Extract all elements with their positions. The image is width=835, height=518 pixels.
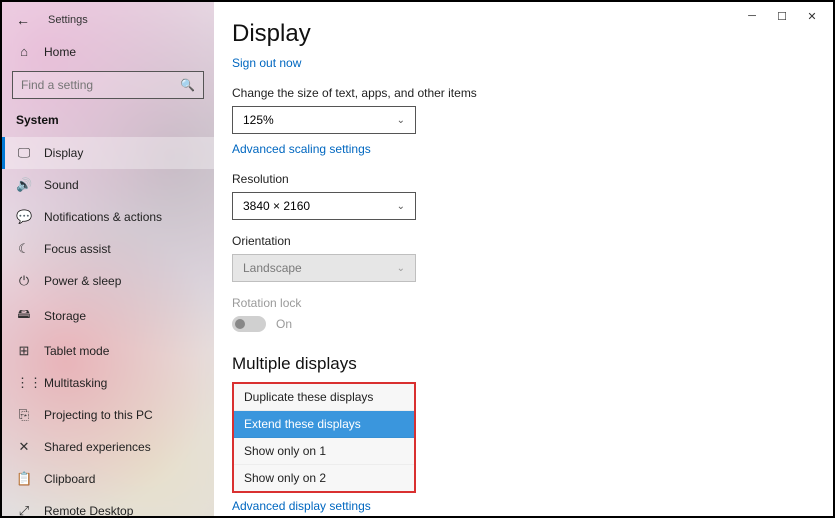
nav-icon: ⤢	[16, 503, 32, 516]
window-title: Settings	[48, 14, 88, 26]
sidebar-item-tablet-mode[interactable]: ⊞ Tablet mode	[2, 335, 214, 367]
multiple-displays-option[interactable]: Extend these displays	[234, 411, 414, 438]
nav-icon: 💬	[16, 209, 32, 225]
sign-out-link[interactable]: Sign out now	[232, 56, 301, 70]
page-title: Display	[232, 20, 813, 48]
resolution-dropdown-value: 3840 × 2160	[243, 199, 310, 213]
multiple-displays-option[interactable]: Show only on 1	[234, 438, 414, 465]
orientation-label: Orientation	[232, 234, 813, 248]
nav-label: Storage	[44, 309, 86, 323]
chevron-down-icon: ⌄	[397, 201, 405, 212]
rotation-lock-toggle	[232, 316, 266, 332]
search-input[interactable]	[21, 78, 180, 92]
nav-label: Remote Desktop	[44, 504, 133, 516]
nav-label: Shared experiences	[44, 440, 151, 454]
nav-icon: 🔊	[16, 177, 32, 193]
chevron-down-icon: ⌄	[397, 115, 405, 126]
window-minimize-button[interactable]: ─	[737, 6, 767, 26]
sidebar-item-storage[interactable]: 🖴 Storage	[2, 297, 214, 335]
scale-dropdown-value: 125%	[243, 113, 274, 127]
sidebar-item-clipboard[interactable]: 📋 Clipboard	[2, 463, 214, 495]
nav-icon: 📋	[16, 471, 32, 487]
multiple-displays-heading: Multiple displays	[232, 354, 813, 374]
nav-label: Clipboard	[44, 472, 95, 486]
nav-label: Notifications & actions	[44, 210, 162, 224]
sidebar-home-label: Home	[44, 45, 76, 59]
nav-icon: 🖴	[16, 305, 32, 327]
sidebar-item-notifications-actions[interactable]: 💬 Notifications & actions	[2, 201, 214, 233]
rotation-lock-state: On	[276, 317, 292, 331]
sidebar-item-display[interactable]: 🖵 Display	[2, 137, 214, 169]
nav-icon: ☾	[16, 241, 32, 257]
window-close-button[interactable]: ✕	[797, 6, 827, 26]
main-content: Display Sign out now Change the size of …	[214, 2, 833, 516]
resolution-dropdown[interactable]: 3840 × 2160 ⌄	[232, 192, 416, 220]
nav-label: Power & sleep	[44, 274, 121, 288]
rotation-lock-label: Rotation lock	[232, 296, 813, 310]
search-icon: 🔍	[180, 78, 195, 92]
nav-label: Display	[44, 146, 83, 160]
window-maximize-button[interactable]: ☐	[767, 6, 797, 26]
advanced-display-link[interactable]: Advanced display settings	[232, 499, 371, 513]
multiple-displays-dropdown-open[interactable]: Duplicate these displaysExtend these dis…	[232, 382, 416, 493]
sidebar-nav-list: 🖵 Display 🔊 Sound 💬 Notifications & actions ☾ F…	[2, 137, 214, 516]
sidebar-category-heading: System	[2, 107, 214, 137]
sidebar-home[interactable]: ⌂ Home	[2, 36, 214, 67]
sidebar-item-multitasking[interactable]: ⋮⋮ Multitasking	[2, 367, 214, 399]
nav-label: Sound	[44, 178, 79, 192]
search-input-container[interactable]: 🔍	[12, 71, 204, 99]
sidebar: ← Settings ⌂ Home 🔍 System 🖵 Display 🔊 Soun…	[2, 2, 214, 516]
nav-icon: ⊞	[16, 343, 32, 359]
nav-icon: ✕	[16, 439, 32, 455]
chevron-down-icon: ⌄	[397, 263, 405, 274]
scale-dropdown[interactable]: 125% ⌄	[232, 106, 416, 134]
back-button[interactable]: ←	[12, 10, 34, 30]
nav-icon: ⏻	[16, 273, 32, 289]
resolution-label: Resolution	[232, 172, 813, 186]
nav-label: Focus assist	[44, 242, 111, 256]
scale-label: Change the size of text, apps, and other…	[232, 86, 813, 100]
nav-icon: ⎘	[16, 407, 32, 423]
advanced-scaling-link[interactable]: Advanced scaling settings	[232, 142, 371, 156]
sidebar-item-shared-experiences[interactable]: ✕ Shared experiences	[2, 431, 214, 463]
sidebar-item-remote-desktop[interactable]: ⤢ Remote Desktop	[2, 495, 214, 516]
nav-label: Multitasking	[44, 376, 107, 390]
sidebar-item-projecting-to-this-pc[interactable]: ⎘ Projecting to this PC	[2, 399, 214, 431]
sidebar-item-focus-assist[interactable]: ☾ Focus assist	[2, 233, 214, 265]
orientation-dropdown-value: Landscape	[243, 261, 302, 275]
nav-label: Tablet mode	[44, 344, 109, 358]
home-icon: ⌂	[16, 44, 32, 59]
multiple-displays-option[interactable]: Show only on 2	[234, 465, 414, 491]
sidebar-item-power-sleep[interactable]: ⏻ Power & sleep	[2, 265, 214, 297]
nav-icon: ⋮⋮	[16, 375, 32, 391]
nav-icon: 🖵	[16, 145, 32, 161]
orientation-dropdown: Landscape ⌄	[232, 254, 416, 282]
nav-label: Projecting to this PC	[44, 408, 153, 422]
multiple-displays-option[interactable]: Duplicate these displays	[234, 384, 414, 411]
sidebar-item-sound[interactable]: 🔊 Sound	[2, 169, 214, 201]
